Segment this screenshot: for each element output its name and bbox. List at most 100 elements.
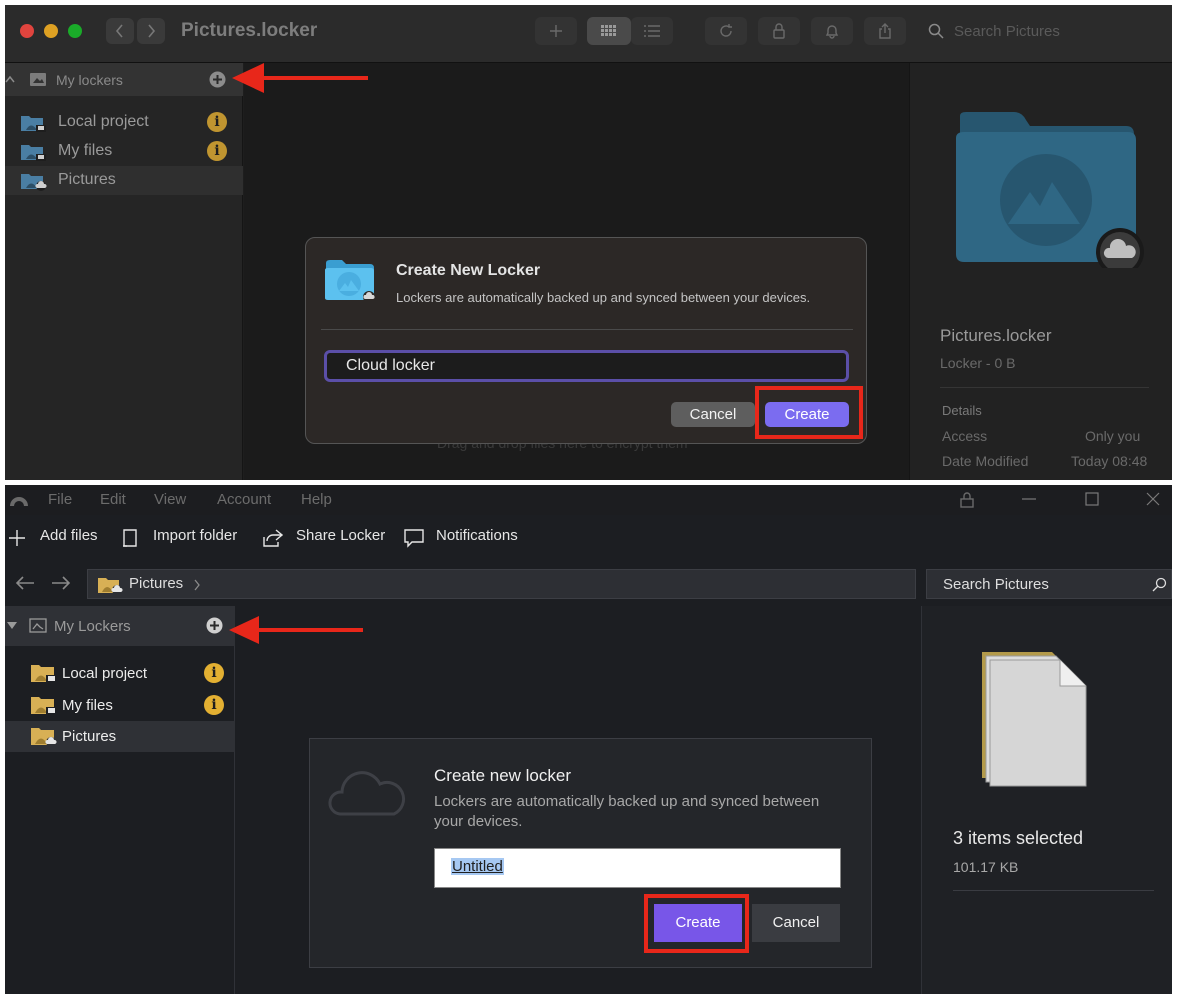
back-button[interactable] xyxy=(106,18,134,44)
sidebar-item-pictures[interactable]: Pictures xyxy=(5,166,243,195)
date-modified-label: Date Modified xyxy=(942,453,1029,469)
highlight-box xyxy=(644,894,749,953)
zoom-window-button[interactable] xyxy=(68,24,82,38)
search-icon xyxy=(928,23,944,39)
access-value: Only you xyxy=(1085,428,1141,444)
locker-name-input[interactable] xyxy=(324,350,849,382)
plus-icon[interactable] xyxy=(8,529,26,547)
sidebar-item-my-files[interactable]: My files i xyxy=(5,690,235,721)
my-lockers-header[interactable]: My Lockers xyxy=(5,606,235,646)
minimize-window-button[interactable] xyxy=(44,24,58,38)
mac-titlebar: Pictures.locker Search Pictures xyxy=(5,5,1172,63)
search-field[interactable]: Search Pictures xyxy=(918,17,1172,45)
caret-down-icon[interactable] xyxy=(7,622,17,629)
selection-size: 101.17 KB xyxy=(953,859,1019,875)
cancel-button[interactable]: Cancel xyxy=(671,402,755,427)
forward-arrow-icon[interactable] xyxy=(51,575,71,591)
windows-window: File Edit View Account Help Add files Im… xyxy=(5,485,1172,994)
import-folder-button[interactable]: Import folder xyxy=(153,527,237,544)
sync-icon xyxy=(720,24,732,37)
share-locker-button[interactable]: Share Locker xyxy=(296,527,385,544)
chevron-up-icon[interactable] xyxy=(5,75,15,83)
details-panel: 3 items selected 101.17 KB xyxy=(921,606,1172,994)
sidebar-item-local-project[interactable]: Local project i xyxy=(5,658,235,689)
back-arrow-icon[interactable] xyxy=(15,575,35,591)
locker-folder-large-icon xyxy=(956,112,1144,268)
divider xyxy=(940,387,1149,388)
my-lockers-header[interactable]: My lockers xyxy=(5,63,243,96)
dialog-title: Create new locker xyxy=(434,766,572,785)
lock-button[interactable] xyxy=(758,17,800,45)
info-icon[interactable]: i xyxy=(204,663,224,683)
lockers-icon xyxy=(29,618,47,633)
search-placeholder: Search Pictures xyxy=(954,22,1060,40)
locker-kind: Locker - 0 B xyxy=(940,355,1016,371)
dialog-subtitle: Lockers are automatically backed up and … xyxy=(434,793,820,830)
app-logo-icon xyxy=(10,497,28,506)
cloud-locker-folder-icon xyxy=(31,728,57,747)
cloud-locker-folder-icon xyxy=(325,260,375,303)
grid-icon xyxy=(601,25,616,36)
add-button[interactable] xyxy=(535,17,577,45)
import-folder-icon[interactable] xyxy=(122,528,138,548)
share-button[interactable] xyxy=(864,17,906,45)
search-icon[interactable] xyxy=(1152,577,1167,592)
dialog-subtitle: Lockers are automatically backed up and … xyxy=(396,290,811,305)
sidebar-item-local-project[interactable]: Local project i xyxy=(5,108,243,137)
menu-edit[interactable]: Edit xyxy=(100,491,126,508)
address-bar[interactable]: Pictures xyxy=(87,569,916,599)
my-lockers-label: My Lockers xyxy=(54,618,131,635)
chevron-right-icon xyxy=(194,579,200,591)
sidebar-item-label: My files xyxy=(62,697,113,714)
breadcrumb-pictures[interactable]: Pictures xyxy=(129,575,183,592)
minimize-icon[interactable] xyxy=(1022,498,1036,500)
info-icon[interactable]: i xyxy=(204,695,224,715)
locker-folder-icon xyxy=(31,665,57,683)
maximize-icon[interactable] xyxy=(1085,492,1099,506)
cancel-button[interactable]: Cancel xyxy=(752,904,840,942)
lock-icon[interactable] xyxy=(960,491,974,508)
sidebar-item-pictures[interactable]: Pictures xyxy=(5,721,235,752)
divider xyxy=(321,329,853,330)
notifications-icon[interactable] xyxy=(404,529,424,548)
share-icon[interactable] xyxy=(263,529,283,547)
share-icon xyxy=(879,23,891,39)
sidebar-item-my-files[interactable]: My files i xyxy=(5,137,243,166)
chevron-left-icon xyxy=(115,24,123,38)
menu-account[interactable]: Account xyxy=(217,491,271,508)
search-field[interactable]: Search Pictures xyxy=(926,569,1172,599)
notifications-button[interactable] xyxy=(811,17,853,45)
red-arrow-icon xyxy=(229,616,363,644)
access-label: Access xyxy=(942,428,988,444)
locker-name-input[interactable]: Untitled xyxy=(434,848,841,888)
chevron-right-icon xyxy=(148,24,156,38)
grid-view-button[interactable] xyxy=(587,17,631,45)
sync-button[interactable] xyxy=(705,17,747,45)
dialog-title: Create New Locker xyxy=(396,262,541,279)
add-files-button[interactable]: Add files xyxy=(40,527,98,544)
red-arrow-icon xyxy=(232,63,368,93)
list-view-button[interactable] xyxy=(631,17,673,45)
info-icon[interactable]: i xyxy=(207,112,227,132)
locker-folder-icon xyxy=(31,697,57,715)
menu-help[interactable]: Help xyxy=(301,491,332,508)
info-icon[interactable]: i xyxy=(207,141,227,161)
menu-view[interactable]: View xyxy=(154,491,186,508)
search-placeholder: Search Pictures xyxy=(943,576,1049,593)
notifications-button[interactable]: Notifications xyxy=(436,527,518,544)
details-heading: Details xyxy=(942,403,982,418)
add-locker-icon[interactable] xyxy=(209,71,226,88)
mac-window: Pictures.locker Search Pictures My locke… xyxy=(5,5,1172,480)
forward-button[interactable] xyxy=(137,18,165,44)
close-icon[interactable] xyxy=(1146,492,1160,506)
close-window-button[interactable] xyxy=(20,24,34,38)
locker-folder-icon xyxy=(21,116,46,132)
sidebar-item-label: My files xyxy=(58,142,113,159)
locker-folder-icon xyxy=(21,145,46,161)
sidebar: My lockers Local project i My files i Pi… xyxy=(5,63,243,480)
locker-name-value: Untitled xyxy=(451,858,504,875)
add-locker-icon[interactable] xyxy=(206,617,223,634)
selection-count: 3 items selected xyxy=(953,828,1084,848)
menu-file[interactable]: File xyxy=(48,491,72,508)
bell-icon xyxy=(825,25,839,39)
